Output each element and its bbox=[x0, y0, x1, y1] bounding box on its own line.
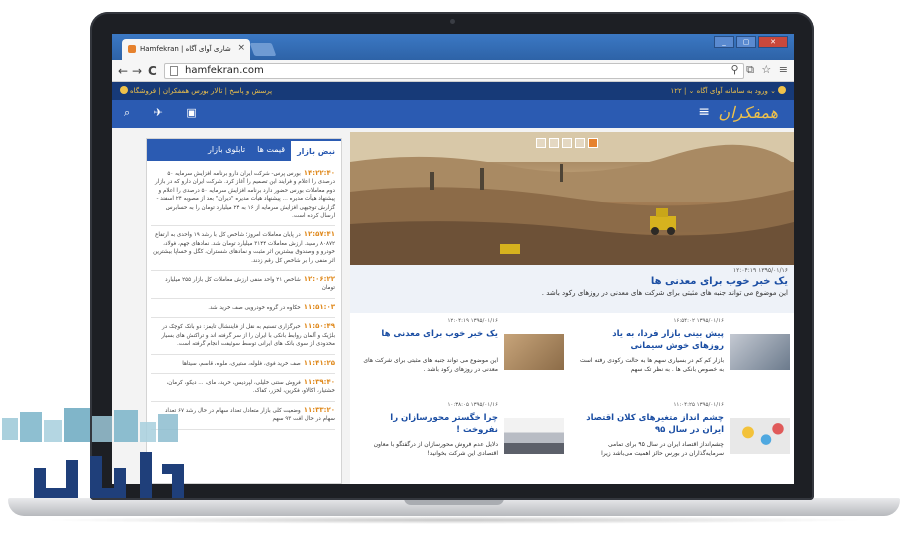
news-time: ۱۱:۵۰:۴۹ bbox=[303, 322, 335, 331]
screenshot-stage: Hamfekran | شاری آوای آگاه × _ ▢ ✕ ← → C… bbox=[0, 0, 908, 535]
list-item[interactable]: ۱۲:۰۶:۲۲شاخص ۲۱ واحد منفی ارزش معاملات ک… bbox=[151, 271, 335, 299]
site-logo[interactable]: همفکران bbox=[718, 103, 778, 122]
maximize-button[interactable]: ▢ bbox=[736, 36, 756, 48]
laptop-shadow bbox=[40, 516, 868, 524]
news-text: صف خرید فوی، فلوله، ستیری، ملوه، قاسم، س… bbox=[182, 360, 301, 367]
news-thumbnail bbox=[504, 418, 564, 454]
user-icon bbox=[778, 86, 786, 94]
card-description: بازار کم کم در بسیاری سهم ها به حالت رکو… bbox=[580, 357, 724, 373]
list-item[interactable]: ۱۱:۳۹:۴۰فروش ستنی خلیلی، لپردیس، خرید، م… bbox=[151, 374, 335, 402]
window-controls: _ ▢ ✕ bbox=[714, 36, 788, 48]
news-time: ۱۴:۲۲:۴۰ bbox=[303, 169, 335, 177]
card-description: چشم‌انداز اقتصاد ایران در سال ۹۵ برای تم… bbox=[601, 441, 724, 457]
list-item[interactable]: ۱۲:۵۷:۴۱در پایان معاملات امروز؛ شاخص کل … bbox=[151, 226, 335, 272]
news-card[interactable]: ۱۳۹۵/۰۱/۱۶ ۱۱:۰۴:۲۵ چشم انداز متغیرهای ک… bbox=[576, 400, 794, 480]
site-login-link[interactable]: ورود به سامانه آوای آگاه ⌄ | ۱۲۲ ⌄ bbox=[670, 86, 788, 95]
news-card[interactable]: ۱۳۹۵/۰۱/۱۶ ۱۶:۵۴:۰۲ پیش بینی بازار فردا،… bbox=[576, 316, 794, 396]
news-thumbnail bbox=[730, 334, 790, 370]
menu-icon[interactable]: ≡ bbox=[698, 104, 710, 120]
news-time: ۱۲:۵۷:۴۱ bbox=[303, 230, 335, 239]
tab-market-pulse[interactable]: نبض بازار bbox=[291, 139, 341, 161]
slider-dot[interactable] bbox=[562, 138, 572, 148]
list-item[interactable]: ۱۱:۴۱:۲۵صف خرید فوی، فلوله، ستیری، ملوه،… bbox=[151, 355, 335, 374]
card-title[interactable]: پیش بینی بازار فردا، به یاد روزهای خوش س… bbox=[580, 328, 724, 352]
page-icon bbox=[170, 66, 178, 76]
news-text: خکاوه در گروه خودرویی صف خرید شد. bbox=[208, 304, 301, 311]
news-time: ۱۲:۰۶:۲۲ bbox=[303, 275, 335, 284]
watermark-logo bbox=[2, 408, 184, 498]
url-text: hamfekran.com bbox=[185, 65, 264, 76]
news-time: ۱۱:۳۳:۲۰ bbox=[303, 405, 335, 414]
main-content: ۱۳۹۵/۰۱/۱۶ ۱۲:۰۴:۱۹ یک خبر خوب برای معدن… bbox=[350, 132, 794, 484]
news-time: ۱۱:۳۹:۴۰ bbox=[303, 377, 335, 386]
news-card[interactable]: ۱۳۹۵/۰۱/۱۶ ۱۰:۳۸:۰۵ چرا خگستر محورسازان … bbox=[350, 400, 568, 480]
card-title[interactable]: چشم انداز متغیرهای کلان اقتصاد ایران در … bbox=[580, 412, 724, 436]
minimize-button[interactable]: _ bbox=[714, 36, 734, 48]
reload-button[interactable]: C bbox=[148, 63, 157, 79]
slider-dot[interactable] bbox=[575, 138, 585, 148]
tab-prices[interactable]: قیمت ها bbox=[251, 139, 291, 161]
browser-tabbar: Hamfekran | شاری آوای آگاه × _ ▢ ✕ bbox=[112, 34, 794, 60]
hero-slider-image[interactable] bbox=[350, 132, 794, 265]
card-date: ۱۳۹۵/۰۱/۱۶ ۱۲:۰۴:۱۹ bbox=[447, 318, 498, 324]
sidebar-tabs: نبض بازار قیمت ها تابلوی بازار bbox=[147, 139, 341, 161]
toolbar-icons[interactable]: ⚲ ⧉ ☆ ≡ bbox=[731, 63, 790, 77]
news-text: بورس پرس- شرکت ایران دارو برنامه افزایش … bbox=[155, 171, 335, 220]
favicon-icon bbox=[128, 45, 136, 53]
hero-title[interactable]: یک خبر خوب برای معدنی ها bbox=[356, 276, 788, 287]
card-title[interactable]: چرا خگستر محورسازان را نفروخت ! bbox=[354, 412, 498, 436]
site-topbar: پرسش و پاسخ | تالار بورس همفکران | فروشگ… bbox=[112, 82, 794, 100]
card-title[interactable]: یک خبر خوب برای معدنی ها bbox=[354, 328, 498, 340]
slider-dot[interactable] bbox=[549, 138, 559, 148]
news-thumbnail bbox=[730, 418, 790, 454]
list-item[interactable]: ۱۱:۵۱:۰۳خکاوه در گروه خودرویی صف خرید شد… bbox=[151, 299, 335, 319]
slider-dots bbox=[536, 138, 598, 148]
tab-market-board[interactable]: تابلوی بازار bbox=[202, 139, 251, 161]
card-description: دلایل عدم فروش محورسازان از درگفتگو با م… bbox=[373, 441, 498, 457]
new-tab-button[interactable] bbox=[249, 43, 277, 56]
news-cards: ۱۳۹۵/۰۱/۱۶ ۱۶:۵۴:۰۲ پیش بینی بازار فردا،… bbox=[350, 316, 794, 484]
hero-caption: ۱۳۹۵/۰۱/۱۶ ۱۲:۰۴:۱۹ یک خبر خوب برای معدن… bbox=[350, 265, 794, 313]
news-thumbnail bbox=[504, 334, 564, 370]
forward-button[interactable]: → bbox=[132, 63, 142, 79]
site-top-links[interactable]: پرسش و پاسخ | تالار بورس همفکران | فروشگ… bbox=[118, 86, 272, 95]
back-button[interactable]: ← bbox=[118, 63, 128, 79]
news-list: ۱۴:۲۲:۴۰بورس پرس- شرکت ایران دارو برنامه… bbox=[147, 161, 341, 430]
browser-toolbar: ← → C hamfekran.com ⚲ ⧉ ☆ ≡ bbox=[112, 60, 794, 82]
list-item[interactable]: ۱۴:۲۲:۴۰بورس پرس- شرکت ایران دارو برنامه… bbox=[151, 165, 335, 227]
hero-description: این موضوع می تواند جنبه های مثبتی برای ش… bbox=[541, 289, 788, 297]
news-time: ۱۱:۵۱:۰۳ bbox=[303, 302, 335, 311]
laptop-screen: Hamfekran | شاری آوای آگاه × _ ▢ ✕ ← → C… bbox=[112, 34, 794, 484]
list-item[interactable]: ۱۱:۵۰:۴۹خبرگزاری تسنیم به نقل از فایننشا… bbox=[151, 318, 335, 355]
window-close-button[interactable]: ✕ bbox=[758, 36, 788, 48]
news-time: ۱۱:۴۱:۲۵ bbox=[303, 358, 335, 367]
card-date: ۱۳۹۵/۰۱/۱۶ ۱۰:۳۸:۰۵ bbox=[447, 402, 498, 408]
hero-date: ۱۳۹۵/۰۱/۱۶ ۱۲:۰۴:۱۹ bbox=[732, 267, 788, 274]
card-description: این موضوع می تواند جنبه های مثبتی برای ش… bbox=[363, 357, 498, 373]
news-card[interactable]: ۱۳۹۵/۰۱/۱۶ ۱۲:۰۴:۱۹ یک خبر خوب برای معدن… bbox=[350, 316, 568, 396]
close-icon[interactable]: × bbox=[237, 43, 245, 53]
mine-photo bbox=[350, 132, 794, 265]
address-bar[interactable]: hamfekran.com bbox=[164, 63, 744, 79]
tab-title: Hamfekran | شاری آوای آگاه bbox=[140, 45, 231, 53]
browser-tab[interactable]: Hamfekran | شاری آوای آگاه × bbox=[122, 39, 250, 60]
cart-icon bbox=[120, 86, 128, 94]
site-header: ⌕ ✈ ▣ ≡ همفکران bbox=[112, 100, 794, 128]
card-date: ۱۳۹۵/۰۱/۱۶ ۱۱:۰۴:۲۵ bbox=[673, 402, 724, 408]
slider-dot[interactable] bbox=[536, 138, 546, 148]
slider-dot-active[interactable] bbox=[588, 138, 598, 148]
header-icons[interactable]: ⌕ ✈ ▣ bbox=[124, 106, 207, 120]
card-date: ۱۳۹۵/۰۱/۱۶ ۱۶:۵۴:۰۲ bbox=[673, 318, 724, 324]
